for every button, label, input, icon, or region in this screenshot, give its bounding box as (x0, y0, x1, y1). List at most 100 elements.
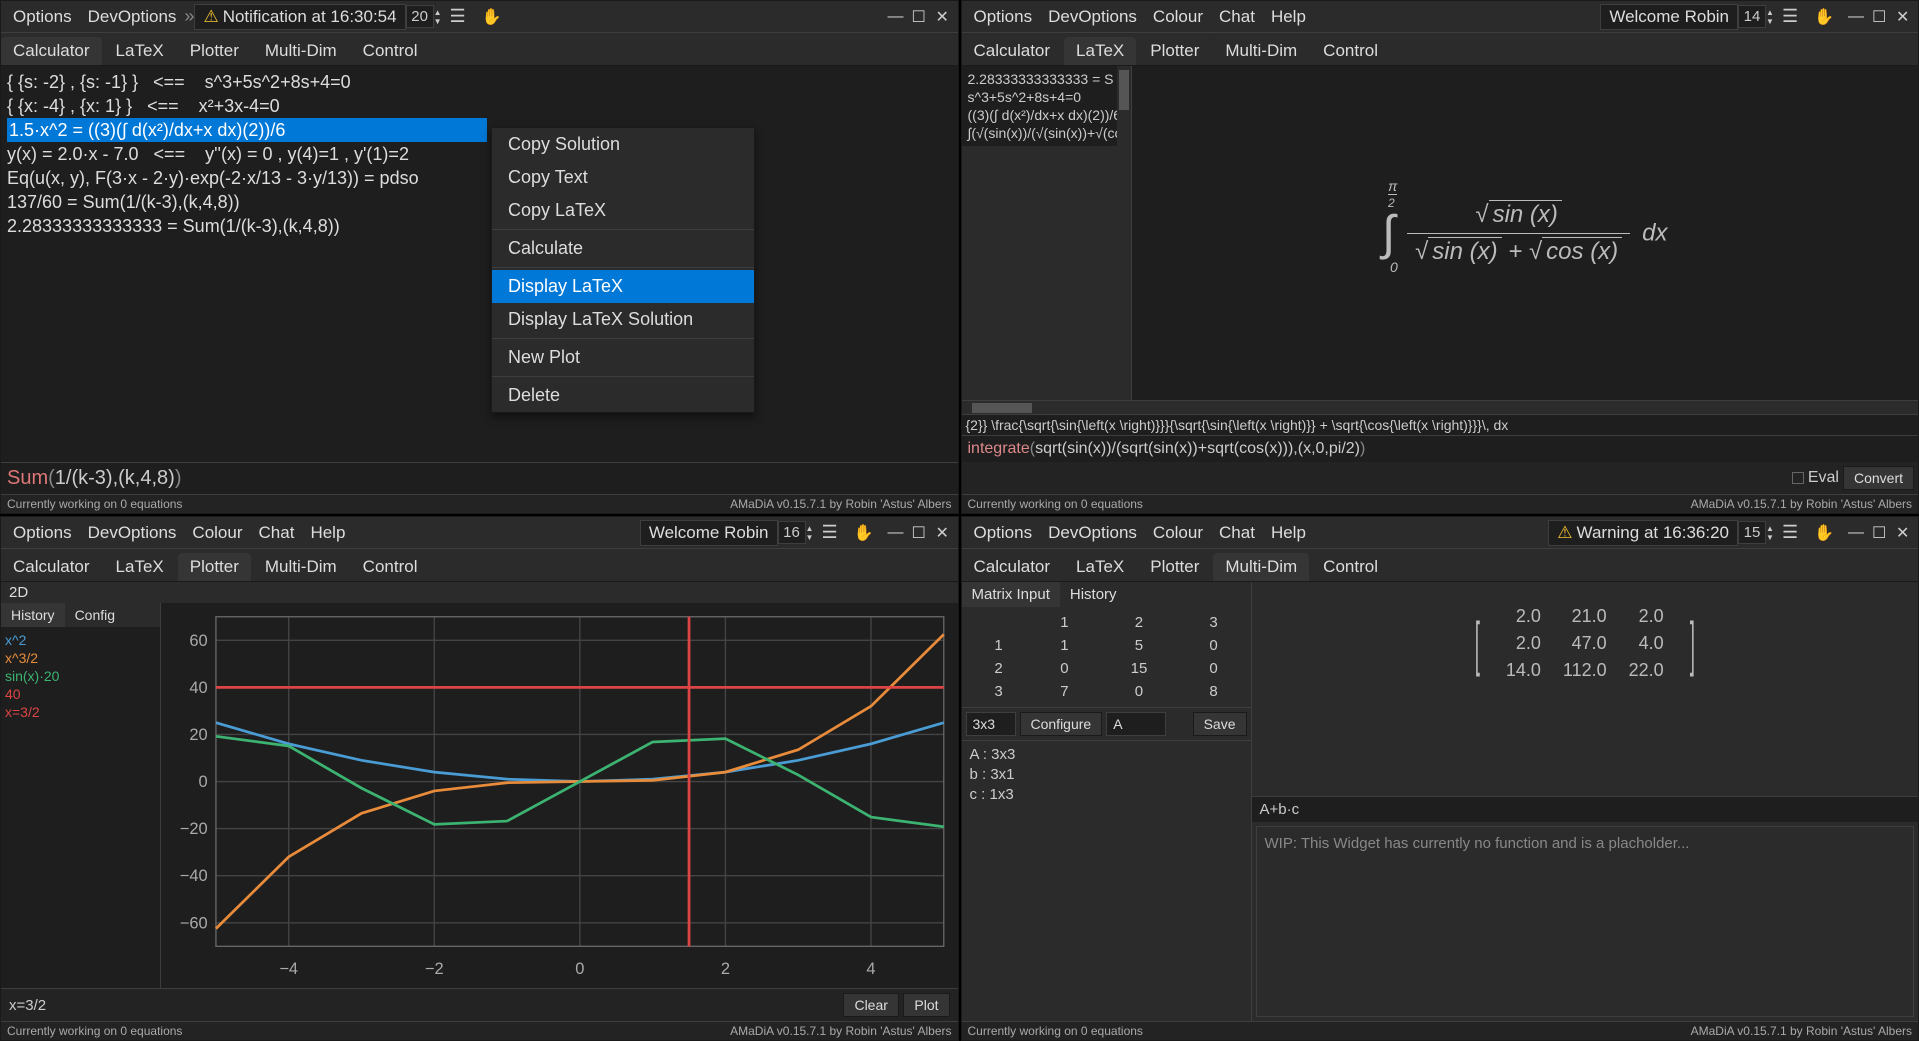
menu-colour[interactable]: Colour (184, 521, 250, 545)
eval-checkbox[interactable] (1792, 472, 1804, 484)
close-button[interactable]: ✕ (930, 523, 954, 543)
notification-bar[interactable]: Notification at 16:30:54 (194, 4, 405, 30)
scrollbar-horizontal[interactable] (962, 400, 1919, 414)
menu-icon[interactable]: ☰ (1774, 6, 1806, 27)
tab-plotter[interactable]: Plotter (178, 37, 251, 65)
tab-multidim[interactable]: Multi-Dim (1213, 37, 1309, 65)
ctx-copy-latex[interactable]: Copy LaTeX (492, 194, 754, 227)
calc-line[interactable]: 1.5·x^2 = ((3)(∫ d(x²)/dx+x dx)(2))/6 (7, 118, 487, 142)
menu-help[interactable]: Help (1263, 521, 1314, 545)
ctx-copy-text[interactable]: Copy Text (492, 161, 754, 194)
plot-button[interactable]: Plot (903, 993, 949, 1017)
plot-item[interactable]: x=3/2 (5, 703, 156, 721)
subtab-history[interactable]: History (1060, 582, 1127, 607)
plot-canvas[interactable]: −4−2024−60−40−200204060 (161, 603, 958, 988)
subtab-matrix-input[interactable]: Matrix Input (962, 582, 1060, 607)
menu-icon[interactable]: ☰ (813, 522, 845, 543)
ctx-copy-solution[interactable]: Copy Solution (492, 128, 754, 161)
tab-calculator[interactable]: Calculator (1, 37, 102, 65)
latex-line[interactable]: ∫(√(sin(x))/(√(sin(x))+√(co (968, 124, 1125, 142)
close-button[interactable]: ✕ (930, 7, 954, 27)
save-button[interactable]: Save (1193, 712, 1247, 736)
matrix-var[interactable]: b : 3x1 (970, 765, 1243, 785)
matrix-vars[interactable]: A : 3x3b : 3x1c : 1x3 (962, 740, 1251, 1021)
configure-button[interactable]: Configure (1020, 712, 1103, 736)
plot-history-list[interactable]: x^2 x^3/2 sin(x)·20 40 x=3/2 (1, 627, 160, 725)
tab-calculator[interactable]: Calculator (962, 37, 1063, 65)
integrate-input[interactable]: integrate(sqrt(sin(x))/(sqrt(sin(x))+sqr… (962, 435, 1919, 462)
welcome-bar[interactable]: Welcome Robin (640, 520, 778, 546)
ctx-display-latex[interactable]: Display LaTeX (492, 270, 754, 303)
maximize-button[interactable]: ☐ (1866, 7, 1890, 27)
calc-line[interactable]: y(x) = 2.0·x - 7.0 <== y''(x) = 0 , y(4)… (7, 142, 952, 166)
plot-item[interactable]: sin(x)·20 (5, 667, 156, 685)
matrix-var[interactable]: c : 1x3 (970, 785, 1243, 805)
tab-latex[interactable]: LaTeX (104, 553, 176, 581)
tab-latex[interactable]: LaTeX (1064, 553, 1136, 581)
menu-help[interactable]: Help (302, 521, 353, 545)
scrollbar-vertical[interactable] (1117, 66, 1131, 400)
matrix-name-input[interactable] (1106, 712, 1166, 736)
tab-control[interactable]: Control (351, 553, 430, 581)
matrix-var[interactable]: A : 3x3 (970, 745, 1243, 765)
hand-icon[interactable] (1806, 6, 1842, 27)
tab-multidim[interactable]: Multi-Dim (1213, 553, 1309, 581)
hand-icon[interactable] (1806, 522, 1842, 543)
calc-input[interactable]: Sum(1/(k-3),(k,4,8)) (1, 462, 958, 494)
clear-button[interactable]: Clear (843, 993, 898, 1017)
ctx-delete[interactable]: Delete (492, 379, 754, 412)
calc-line[interactable]: 2.28333333333333 = Sum(1/(k-3),(k,4,8)) (7, 214, 952, 238)
menu-icon[interactable]: ☰ (442, 6, 474, 27)
calc-history[interactable]: { {s: -2} , {s: -1} } <== s^3+5s^2+8s+4=… (1, 66, 958, 242)
notification-bar[interactable]: Warning at 16:36:20 (1548, 520, 1738, 546)
close-button[interactable]: ✕ (1890, 523, 1914, 543)
menu-devoptions[interactable]: DevOptions (80, 521, 185, 545)
font-size-spinner[interactable]: 14 (1738, 5, 1766, 28)
calc-line[interactable]: 137/60 = Sum(1/(k-3),(k,4,8)) (7, 190, 952, 214)
tab-multidim[interactable]: Multi-Dim (253, 37, 349, 65)
menu-options[interactable]: Options (966, 521, 1041, 545)
tab-plotter[interactable]: Plotter (1138, 553, 1211, 581)
tab-latex[interactable]: LaTeX (1064, 37, 1136, 65)
font-size-spinner[interactable]: 20 (406, 5, 434, 28)
minimize-button[interactable]: — (1842, 524, 1866, 542)
welcome-bar[interactable]: Welcome Robin (1600, 4, 1738, 30)
font-size-spinner[interactable]: 16 (778, 521, 806, 544)
ctx-new-plot[interactable]: New Plot (492, 341, 754, 374)
menu-devoptions[interactable]: DevOptions (80, 5, 185, 29)
menu-devoptions[interactable]: DevOptions (1040, 5, 1145, 29)
tab-control[interactable]: Control (1311, 37, 1390, 65)
hand-icon[interactable] (846, 522, 882, 543)
plot-item[interactable]: x^2 (5, 631, 156, 649)
menu-options[interactable]: Options (5, 5, 80, 29)
ctx-calculate[interactable]: Calculate (492, 232, 754, 265)
maximize-button[interactable]: ☐ (906, 7, 930, 27)
latex-line[interactable]: 2.28333333333333 = S (968, 70, 1125, 88)
tab-latex[interactable]: LaTeX (104, 37, 176, 65)
subtab-history[interactable]: History (1, 603, 65, 627)
menu-icon[interactable]: ☰ (1774, 522, 1806, 543)
menu-chat[interactable]: Chat (1211, 521, 1263, 545)
font-size-spinner[interactable]: 15 (1738, 521, 1766, 544)
tab-plotter[interactable]: Plotter (178, 553, 251, 581)
tab-calculator[interactable]: Calculator (1, 553, 102, 581)
tab-calculator[interactable]: Calculator (962, 553, 1063, 581)
maximize-button[interactable]: ☐ (1866, 523, 1890, 543)
minimize-button[interactable]: — (882, 524, 906, 542)
latex-history[interactable]: 2.28333333333333 = Ss^3+5s^2+8s+4=0((3)(… (962, 66, 1131, 146)
subtab-config[interactable]: Config (65, 603, 125, 627)
menu-options[interactable]: Options (966, 5, 1041, 29)
matrix-grid[interactable]: 1231150201503708 (962, 607, 1251, 707)
menu-help[interactable]: Help (1263, 5, 1314, 29)
menu-options[interactable]: Options (5, 521, 80, 545)
plot-item[interactable]: x^3/2 (5, 649, 156, 667)
hand-icon[interactable] (474, 6, 510, 27)
latex-line[interactable]: s^3+5s^2+8s+4=0 (968, 88, 1125, 106)
minimize-button[interactable]: — (882, 8, 906, 26)
maximize-button[interactable]: ☐ (906, 523, 930, 543)
tab-multidim[interactable]: Multi-Dim (253, 553, 349, 581)
tab-control[interactable]: Control (351, 37, 430, 65)
matrix-expr[interactable]: A+b·c (1252, 796, 1919, 822)
convert-button[interactable]: Convert (1843, 466, 1914, 490)
menu-devoptions[interactable]: DevOptions (1040, 521, 1145, 545)
